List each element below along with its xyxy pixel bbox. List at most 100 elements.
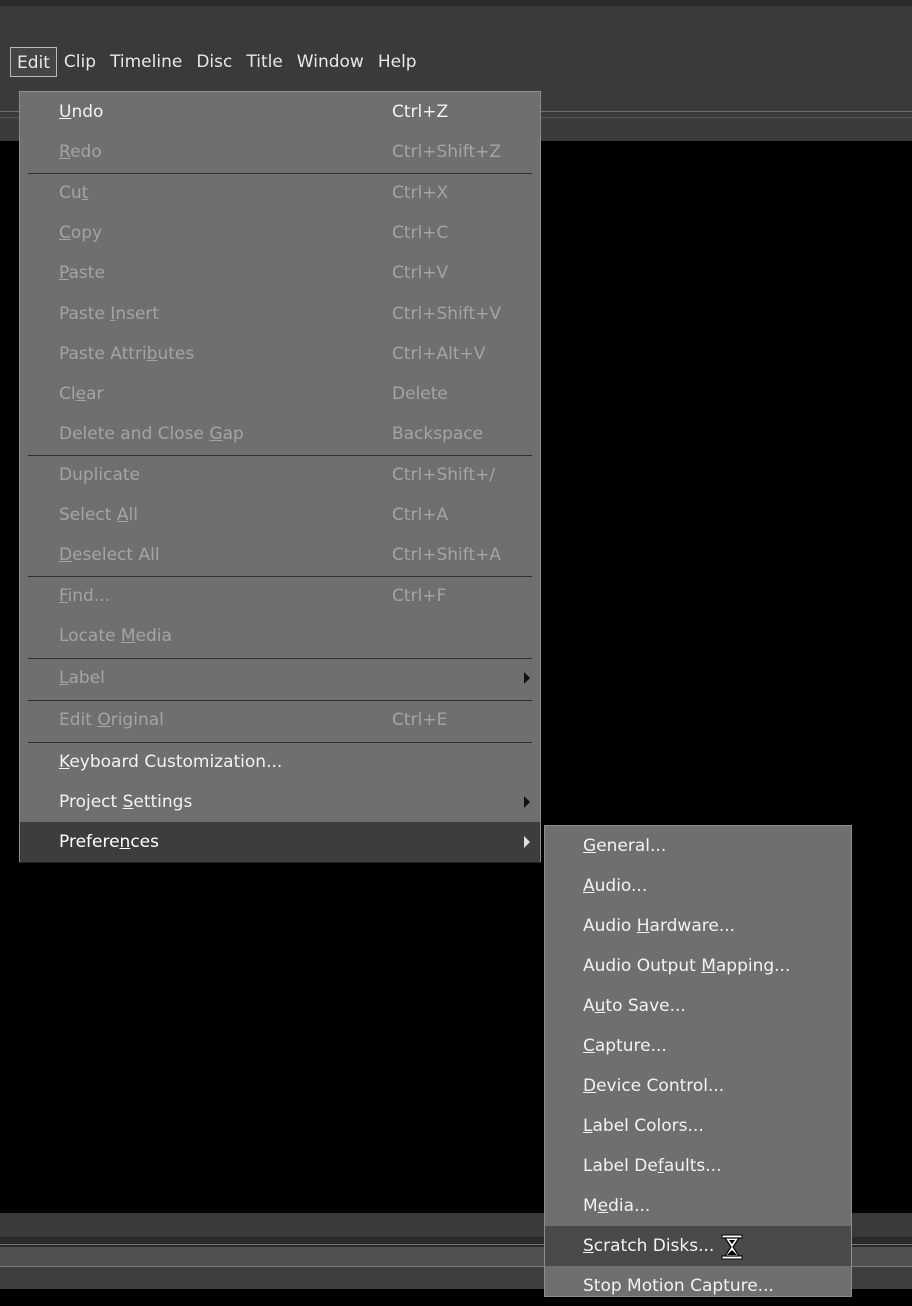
submenu-item-media[interactable]: Media... (545, 1186, 851, 1226)
menu-item-preferences[interactable]: Preferences (20, 822, 540, 862)
menu-bar-items: Edit Clip Timeline Disc Title Window Hel… (10, 47, 424, 77)
menu-item-shortcut: Ctrl+Shift+A (392, 545, 502, 565)
label-text: eselect All (72, 545, 160, 565)
menu-item-shortcut: Ctrl+Shift+/ (392, 465, 496, 485)
label-text: aste (68, 263, 105, 283)
menu-item-shortcut: Ctrl+F (392, 586, 447, 606)
menu-disc[interactable]: Disc (189, 47, 239, 77)
submenu-item-label: Audio... (583, 876, 647, 896)
submenu-item-auto-save[interactable]: Auto Save... (545, 986, 851, 1026)
label-text: udio... (594, 876, 648, 896)
mnemonic-letter: S (583, 1236, 594, 1256)
submenu-item-audio-output-mapping[interactable]: Audio Output Mapping... (545, 946, 851, 986)
label-text: Paste (59, 304, 111, 324)
menu-item-shortcut: Ctrl+V (392, 263, 449, 283)
submenu-item-label: Audio Output Mapping... (583, 956, 790, 976)
mnemonic-letter: O (97, 710, 111, 730)
label-text: Cl (59, 384, 76, 404)
menu-window[interactable]: Window (290, 47, 371, 77)
label-text: riginal (110, 710, 164, 730)
menu-help[interactable]: Help (371, 47, 424, 77)
menu-item-undo[interactable]: Undo Ctrl+Z (20, 92, 540, 132)
mnemonic-letter: n (119, 832, 131, 852)
label-text: Audio (583, 916, 637, 936)
menu-item-label: Copy (59, 223, 102, 243)
submenu-item-device-control[interactable]: Device Control... (545, 1066, 851, 1106)
submenu-item-label: Device Control... (583, 1076, 724, 1096)
menu-item-duplicate[interactable]: Duplicate Ctrl+Shift+/ (20, 455, 540, 495)
submenu-item-label: Stop Motion Capture... (583, 1276, 774, 1296)
menu-item-clear[interactable]: Clear Delete (20, 374, 540, 414)
preferences-submenu: General... Audio... Audio Hardware... Audio… (544, 825, 852, 1297)
mnemonic-letter: S (122, 792, 134, 812)
menu-timeline[interactable]: Timeline (103, 47, 189, 77)
menu-item-label: Project Settings (59, 792, 192, 812)
menu-item-paste[interactable]: Paste Ctrl+V (20, 253, 540, 293)
menu-item-label: Edit Original (59, 710, 164, 730)
submenu-item-general[interactable]: General... (545, 826, 851, 866)
label-text: ndo (71, 102, 104, 122)
label-text: Stop Motion Capture... (583, 1276, 774, 1296)
menu-item-label[interactable]: Label (20, 658, 540, 698)
label-text: Duplicate (59, 465, 140, 485)
submenu-item-label-colors[interactable]: Label Colors... (545, 1106, 851, 1146)
label-text: utes (157, 344, 195, 364)
mnemonic-letter: M (120, 626, 136, 646)
mnemonic-letter: P (59, 263, 69, 283)
submenu-item-stop-motion-capture[interactable]: Stop Motion Capture... (545, 1266, 851, 1306)
submenu-arrow-icon (524, 672, 530, 684)
label-text: apping... (715, 956, 791, 976)
menu-title[interactable]: Title (239, 47, 289, 77)
mnemonic-letter: F (59, 586, 68, 606)
label-text: dia... (608, 1196, 651, 1216)
menu-item-label: Clear (59, 384, 103, 404)
menu-item-cut[interactable]: Cut Ctrl+X (20, 173, 540, 213)
label-text: ces (130, 832, 159, 852)
menu-item-select-all[interactable]: Select All Ctrl+A (20, 495, 540, 535)
submenu-item-scratch-disks[interactable]: Scratch Disks... (545, 1226, 851, 1266)
mnemonic-letter: b (146, 344, 158, 364)
label-text: Select (59, 505, 117, 525)
submenu-item-audio-hardware[interactable]: Audio Hardware... (545, 906, 851, 946)
menu-item-paste-insert[interactable]: Paste Insert Ctrl+Shift+V (20, 294, 540, 334)
menu-item-label: Locate Media (59, 626, 172, 646)
menu-separator (28, 455, 532, 456)
mnemonic-letter: e (75, 384, 87, 404)
submenu-item-label-defaults[interactable]: Label Defaults... (545, 1146, 851, 1186)
label-text: Locate (59, 626, 121, 646)
menu-item-project-settings[interactable]: Project Settings (20, 782, 540, 822)
submenu-item-audio[interactable]: Audio... (545, 866, 851, 906)
menu-item-label: Paste (59, 263, 105, 283)
label-text: abel (68, 668, 105, 688)
menu-clip[interactable]: Clip (57, 47, 103, 77)
mnemonic-letter: C (59, 223, 71, 243)
label-text: ar (86, 384, 104, 404)
menu-item-label: Duplicate (59, 465, 140, 485)
label-text: cratch Disks... (593, 1236, 715, 1256)
menu-item-find[interactable]: Find... Ctrl+F (20, 576, 540, 616)
label-text: ap (222, 424, 244, 444)
submenu-item-label: Auto Save... (583, 996, 686, 1016)
menu-item-shortcut: Backspace (392, 424, 484, 444)
menu-item-redo[interactable]: Redo Ctrl+Shift+Z (20, 132, 540, 172)
menu-item-delete-and-close-gap[interactable]: Delete and Close Gap Backspace (20, 414, 540, 454)
menu-item-shortcut: Ctrl+C (392, 223, 449, 243)
menu-item-keyboard-customization[interactable]: Keyboard Customization... (20, 742, 540, 782)
menu-item-label: Redo (59, 142, 102, 162)
label-text: ardware... (649, 916, 736, 936)
menu-item-paste-attributes[interactable]: Paste Attributes Ctrl+Alt+V (20, 334, 540, 374)
menu-item-locate-media[interactable]: Locate Media (20, 616, 540, 656)
menu-separator (28, 700, 532, 701)
submenu-item-capture[interactable]: Capture... (545, 1026, 851, 1066)
menu-item-deselect-all[interactable]: Deselect All Ctrl+Shift+A (20, 535, 540, 575)
menu-item-edit-original[interactable]: Edit Original Ctrl+E (20, 700, 540, 740)
menu-edit[interactable]: Edit (10, 47, 57, 77)
label-text: to Save... (605, 996, 686, 1016)
menu-item-shortcut: Ctrl+Shift+V (392, 304, 502, 324)
menu-item-label: Paste Attributes (59, 344, 194, 364)
label-text: evice Control... (596, 1076, 725, 1096)
label-text: ind... (67, 586, 111, 606)
mnemonic-letter: R (59, 142, 71, 162)
menu-item-copy[interactable]: Copy Ctrl+C (20, 213, 540, 253)
submenu-item-label: Scratch Disks... (583, 1236, 714, 1256)
